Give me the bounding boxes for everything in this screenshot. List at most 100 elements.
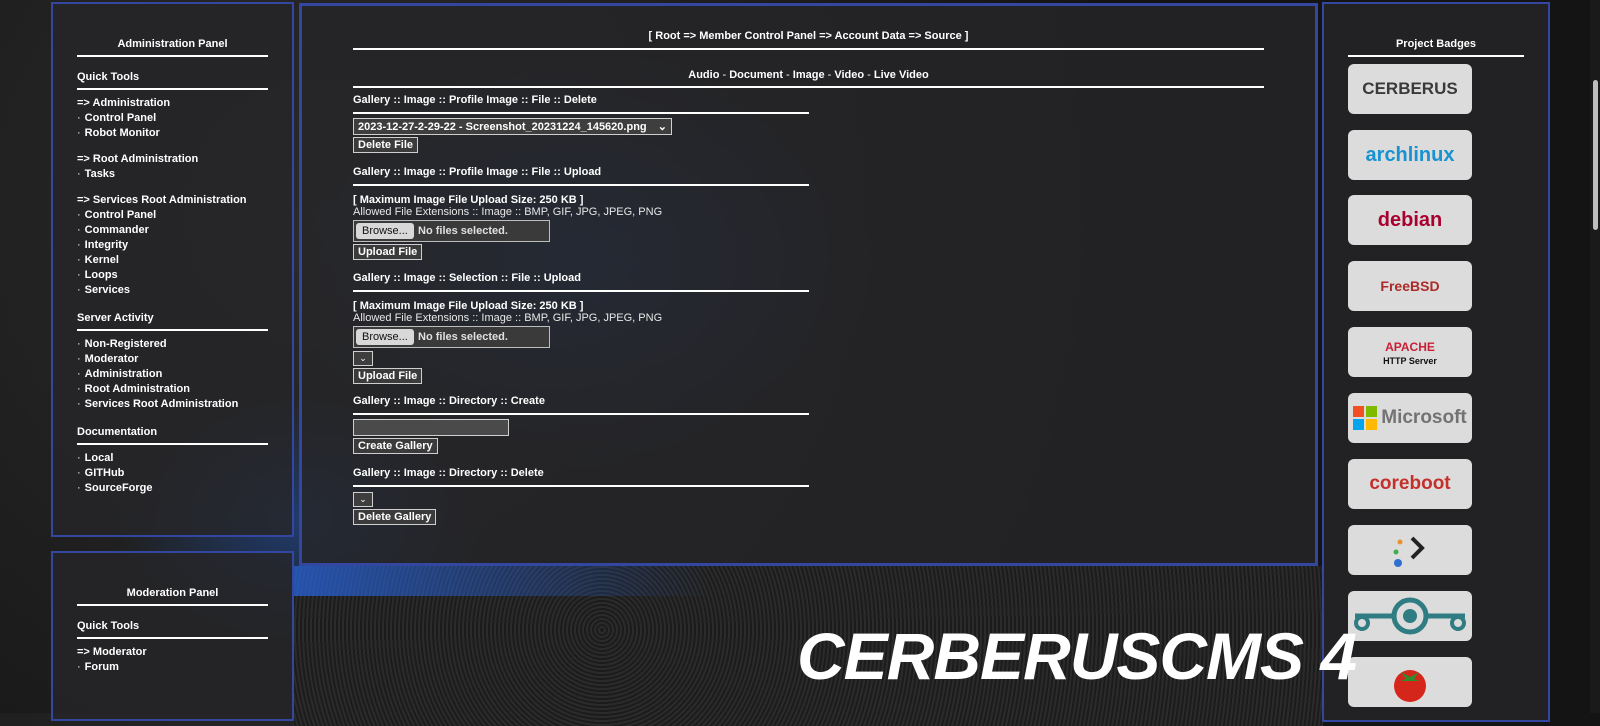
apache-badge-icon[interactable]: APACHE HTTP Server xyxy=(1348,327,1472,377)
max-size-label: [ Maximum Image File Upload Size: 250 KB… xyxy=(353,300,584,312)
nav-link[interactable]: => Services Root Administration xyxy=(77,193,268,208)
main-content-panel: [ Root => Member Control Panel => Accoun… xyxy=(299,3,1318,566)
nav-link-label: Moderator xyxy=(84,353,139,365)
nav-link[interactable]: => Root Administration xyxy=(77,152,268,167)
divider xyxy=(353,48,1264,50)
bullet-icon: · xyxy=(77,284,81,296)
link-list: · Non-Registered · Moderator · Administration… xyxy=(77,337,268,412)
delete-file-button[interactable]: Delete File xyxy=(353,137,419,153)
microsoft-logo-icon xyxy=(1353,406,1378,430)
divider xyxy=(353,413,809,415)
form-title: Gallery :: Image :: Profile Image :: Fil… xyxy=(353,94,597,106)
nav-link-label: Robot Monitor xyxy=(84,127,160,139)
nav-link[interactable]: · Non-Registered xyxy=(77,337,268,352)
nav-link[interactable]: · Forum xyxy=(77,660,268,675)
badge-label: CERBERUS xyxy=(1362,79,1458,98)
cerberus-badge-icon[interactable]: CERBERUS xyxy=(1348,64,1472,114)
nav-link[interactable]: · Services Root Administration xyxy=(77,397,268,412)
breadcrumb-trail[interactable]: Root => Member Control Panel => Account … xyxy=(655,30,961,42)
breadcrumb-close: ] xyxy=(964,30,969,42)
scrollbar-thumb[interactable] xyxy=(1593,80,1598,230)
nav-link[interactable]: · Control Panel xyxy=(77,208,268,223)
moderation-panel: Moderation Panel Quick Tools => Moderato… xyxy=(51,551,294,721)
nav-link[interactable]: · SourceForge xyxy=(77,481,268,496)
nav-link-label: Tasks xyxy=(84,168,116,180)
badge-label: archlinux xyxy=(1365,143,1455,166)
selection-file-input[interactable]: Browse... No files selected. xyxy=(353,326,550,348)
profile-image-file-select[interactable]: 2023-12-27-2-29-22 - Screenshot_20231224… xyxy=(353,118,672,135)
media-nav-link[interactable]: Live Video xyxy=(874,69,929,81)
coreboot-badge-icon[interactable]: coreboot xyxy=(1348,459,1472,509)
nav-link[interactable]: · Tasks xyxy=(77,167,268,182)
media-nav-link[interactable]: Audio xyxy=(688,69,719,81)
tomato-badge-icon[interactable] xyxy=(1348,657,1472,707)
gallery-select[interactable]: ⌄ xyxy=(353,492,373,507)
nav-link[interactable]: · Loops xyxy=(77,268,268,283)
create-gallery-button[interactable]: Create Gallery xyxy=(353,438,438,454)
breadcrumb: [ Root => Member Control Panel => Accoun… xyxy=(353,30,1264,42)
profile-image-file-input[interactable]: Browse... No files selected. xyxy=(353,220,550,242)
upload-file-button[interactable]: Upload File xyxy=(353,244,423,260)
breadcrumb-open: [ xyxy=(648,30,653,42)
nav-link-label: Services xyxy=(84,284,130,296)
badge-label: FreeBSD xyxy=(1380,278,1440,294)
browse-button[interactable]: Browse... xyxy=(356,223,414,239)
divider xyxy=(77,55,268,57)
freebsd-badge-icon[interactable]: FreeBSD xyxy=(1348,261,1472,311)
media-nav-link[interactable]: Video xyxy=(834,69,864,81)
terminal-badge-icon[interactable] xyxy=(1348,525,1472,575)
nav-link[interactable]: => Administration xyxy=(77,96,268,111)
section-heading: Quick Tools xyxy=(77,71,140,83)
media-nav-link[interactable]: Image xyxy=(793,69,825,81)
bullet-icon: · xyxy=(77,254,81,266)
badge-label: Microsoft xyxy=(1381,407,1467,428)
archlinux-badge-icon[interactable]: archlinux xyxy=(1348,130,1472,180)
browse-button[interactable]: Browse... xyxy=(356,329,414,345)
nav-link[interactable]: => Moderator xyxy=(77,645,268,660)
nav-link-label: => Administration xyxy=(77,97,171,109)
bullet-icon: · xyxy=(77,127,81,139)
divider xyxy=(353,86,1264,88)
panel-title: Moderation Panel xyxy=(126,587,219,599)
panel-title: Administration Panel xyxy=(117,38,228,50)
upload-file-button[interactable]: Upload File xyxy=(353,368,423,384)
nav-link-label: Loops xyxy=(84,269,118,281)
file-status: No files selected. xyxy=(418,225,508,237)
lineageos-badge-icon[interactable] xyxy=(1348,591,1472,641)
nav-link[interactable]: · Kernel xyxy=(77,253,268,268)
media-nav: Audio - Document - Image - Video - Live … xyxy=(353,69,1264,81)
badge-label: APACHE xyxy=(1385,340,1435,354)
media-nav-link[interactable]: Document xyxy=(729,69,783,81)
nav-link[interactable]: · Control Panel xyxy=(77,111,268,126)
form-title: Gallery :: Image :: Directory :: Delete xyxy=(353,467,544,479)
nav-link[interactable]: · Root Administration xyxy=(77,382,268,397)
nav-link[interactable]: · Moderator xyxy=(77,352,268,367)
nav-separator: - xyxy=(864,69,874,81)
nav-link-label: Non-Registered xyxy=(84,338,167,350)
delete-gallery-button[interactable]: Delete Gallery xyxy=(353,509,437,525)
bullet-icon: · xyxy=(77,239,81,251)
bullet-icon: · xyxy=(77,467,81,479)
nav-link[interactable]: · Local xyxy=(77,451,268,466)
nav-link-label: Control Panel xyxy=(84,209,157,221)
bullet-icon: · xyxy=(77,661,81,673)
file-status: No files selected. xyxy=(418,331,508,343)
link-list: => Administration · Control Panel · Robot Mo… xyxy=(77,96,268,298)
debian-badge-icon[interactable]: debian xyxy=(1348,195,1472,245)
nav-link-label: Commander xyxy=(84,224,149,236)
panel-title: Project Badges xyxy=(1395,38,1477,50)
nav-link[interactable]: · Integrity xyxy=(77,238,268,253)
allowed-extensions-label: Allowed File Extensions :: Image :: BMP,… xyxy=(353,206,663,218)
nav-link[interactable]: · Services xyxy=(77,283,268,298)
nav-link[interactable]: · Robot Monitor xyxy=(77,126,268,141)
background-wave xyxy=(293,566,713,596)
nav-link[interactable]: · GITHub xyxy=(77,466,268,481)
section-heading: Quick Tools xyxy=(77,620,140,632)
gallery-select[interactable]: ⌄ xyxy=(353,351,373,366)
gallery-name-input[interactable] xyxy=(353,419,509,436)
select-value: 2023-12-27-2-29-22 - Screenshot_20231224… xyxy=(358,121,647,133)
chevron-down-icon: ⌄ xyxy=(359,353,367,363)
nav-link[interactable]: · Administration xyxy=(77,367,268,382)
microsoft-badge-icon[interactable]: Microsoft xyxy=(1348,393,1472,443)
nav-link[interactable]: · Commander xyxy=(77,223,268,238)
